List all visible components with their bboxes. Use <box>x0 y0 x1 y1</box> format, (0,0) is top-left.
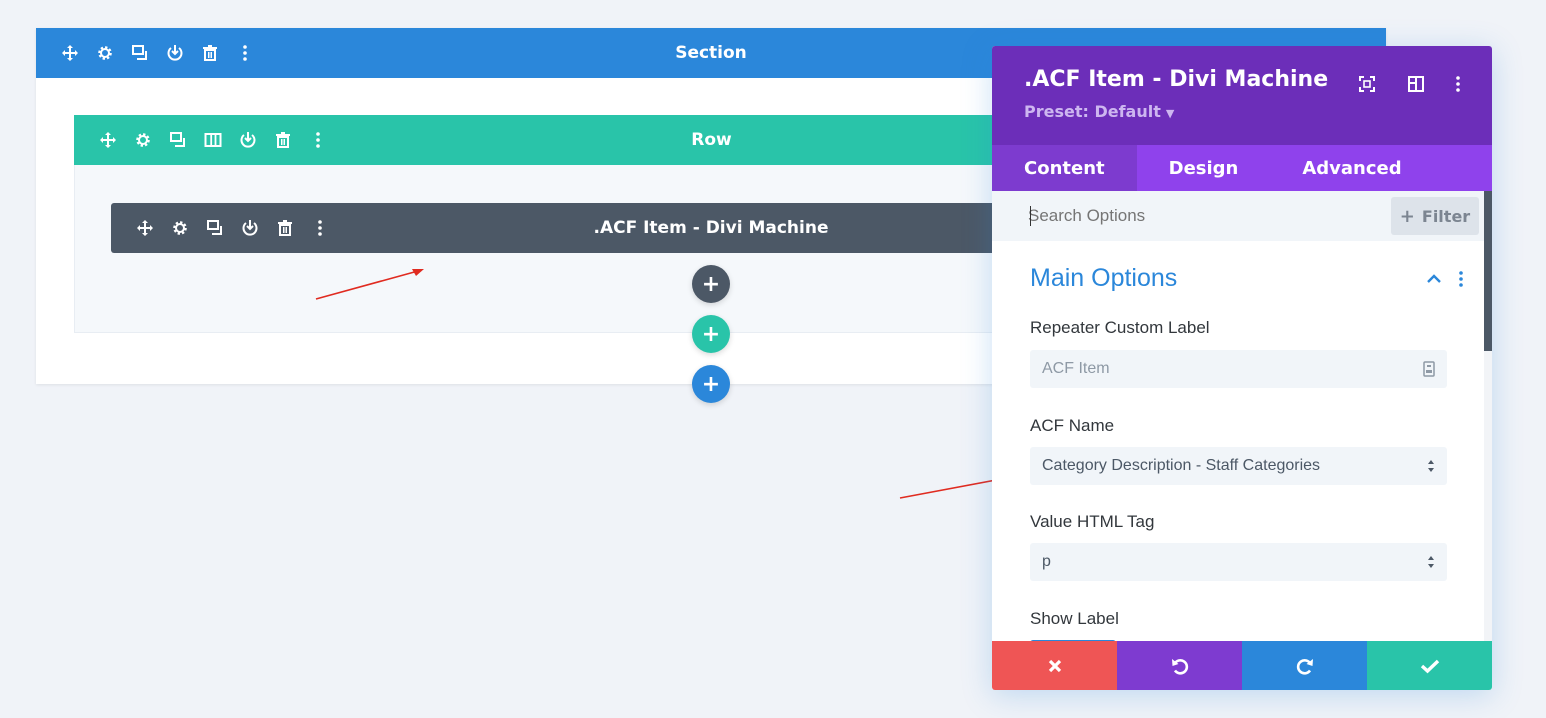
scrollbar-track[interactable] <box>1484 351 1492 641</box>
panel-footer <box>992 641 1492 690</box>
save-icon[interactable] <box>230 115 265 165</box>
save-changes-button[interactable] <box>1367 641 1492 690</box>
module-settings-panel: .ACF Item - Divi Machine Se... Preset: D… <box>992 46 1492 690</box>
tab-advanced[interactable]: Advanced <box>1270 145 1433 191</box>
save-icon[interactable] <box>232 203 267 253</box>
duplicate-icon[interactable] <box>160 115 195 165</box>
check-icon <box>1420 659 1439 673</box>
text-cursor <box>1030 206 1031 226</box>
tab-design[interactable]: Design <box>1137 145 1271 191</box>
trash-icon[interactable] <box>192 28 227 78</box>
more-icon[interactable] <box>227 28 262 78</box>
close-icon <box>1048 659 1061 672</box>
preset-label: Preset: Default <box>1024 102 1161 121</box>
gear-icon[interactable] <box>125 115 160 165</box>
field-label: Repeater Custom Label <box>1030 318 1210 337</box>
plus-icon: + <box>701 371 721 397</box>
move-icon[interactable] <box>127 203 162 253</box>
more-icon[interactable] <box>302 203 337 253</box>
section-toolbar <box>52 28 262 78</box>
add-section-button[interactable]: + <box>692 365 730 403</box>
field-label: ACF Name <box>1030 416 1115 435</box>
html-tag-select[interactable]: p <box>1030 543 1447 581</box>
panel-header: .ACF Item - Divi Machine Se... Preset: D… <box>992 46 1492 145</box>
split-view-icon[interactable] <box>1404 72 1428 96</box>
custom-label-placeholder: ACF Item <box>1042 360 1110 377</box>
redo-button[interactable] <box>1242 641 1367 690</box>
search-input[interactable] <box>1028 203 1358 229</box>
gear-icon[interactable] <box>87 28 122 78</box>
duplicate-icon[interactable] <box>122 28 157 78</box>
row-toolbar <box>90 115 335 165</box>
filter-label: Filter <box>1421 206 1471 226</box>
html-tag-value: p <box>1042 553 1051 570</box>
custom-label-input[interactable]: ACF Item <box>1030 350 1447 388</box>
tab-content[interactable]: Content <box>992 145 1137 191</box>
trash-icon[interactable] <box>265 115 300 165</box>
undo-button[interactable] <box>1117 641 1242 690</box>
save-icon[interactable] <box>157 28 192 78</box>
cancel-button[interactable] <box>992 641 1117 690</box>
undo-icon <box>1171 658 1188 675</box>
trash-icon[interactable] <box>267 203 302 253</box>
expand-icon[interactable] <box>1355 72 1379 96</box>
columns-icon[interactable] <box>195 115 230 165</box>
gear-icon[interactable] <box>162 203 197 253</box>
plus-icon: + <box>701 321 721 347</box>
acf-name-select[interactable]: Category Description - Staff Categories <box>1030 447 1447 485</box>
more-icon[interactable] <box>300 115 335 165</box>
redo-icon <box>1296 658 1313 675</box>
filter-button[interactable]: + Filter <box>1391 197 1479 235</box>
more-icon[interactable] <box>1446 72 1470 96</box>
move-icon[interactable] <box>90 115 125 165</box>
annotation-arrow-icon <box>315 269 424 300</box>
search-bar: + Filter <box>992 191 1484 241</box>
select-arrows-icon <box>1427 543 1435 581</box>
move-icon[interactable] <box>52 28 87 78</box>
module-toolbar <box>127 203 337 253</box>
acf-name-value: Category Description - Staff Categories <box>1042 457 1321 474</box>
preset-dropdown[interactable]: Preset: Default ▼ <box>1024 102 1174 121</box>
group-title[interactable]: Main Options <box>1030 264 1177 293</box>
panel-title: .ACF Item - Divi Machine Se... <box>1024 67 1334 92</box>
chevron-up-icon[interactable] <box>1426 272 1442 284</box>
field-label: Value HTML Tag <box>1030 512 1155 531</box>
plus-icon: + <box>701 271 721 297</box>
duplicate-icon[interactable] <box>197 203 232 253</box>
select-arrows-icon <box>1427 447 1435 485</box>
add-module-button[interactable]: + <box>692 265 730 303</box>
caret-down-icon: ▼ <box>1165 107 1175 120</box>
field-label: Show Label <box>1030 609 1119 628</box>
add-row-button[interactable]: + <box>692 315 730 353</box>
plus-icon: + <box>1399 205 1415 227</box>
dynamic-content-icon[interactable] <box>1423 350 1435 388</box>
settings-tabs: Content Design Advanced <box>992 145 1492 191</box>
scrollbar-thumb[interactable] <box>1484 191 1492 351</box>
more-icon[interactable] <box>1458 270 1464 288</box>
